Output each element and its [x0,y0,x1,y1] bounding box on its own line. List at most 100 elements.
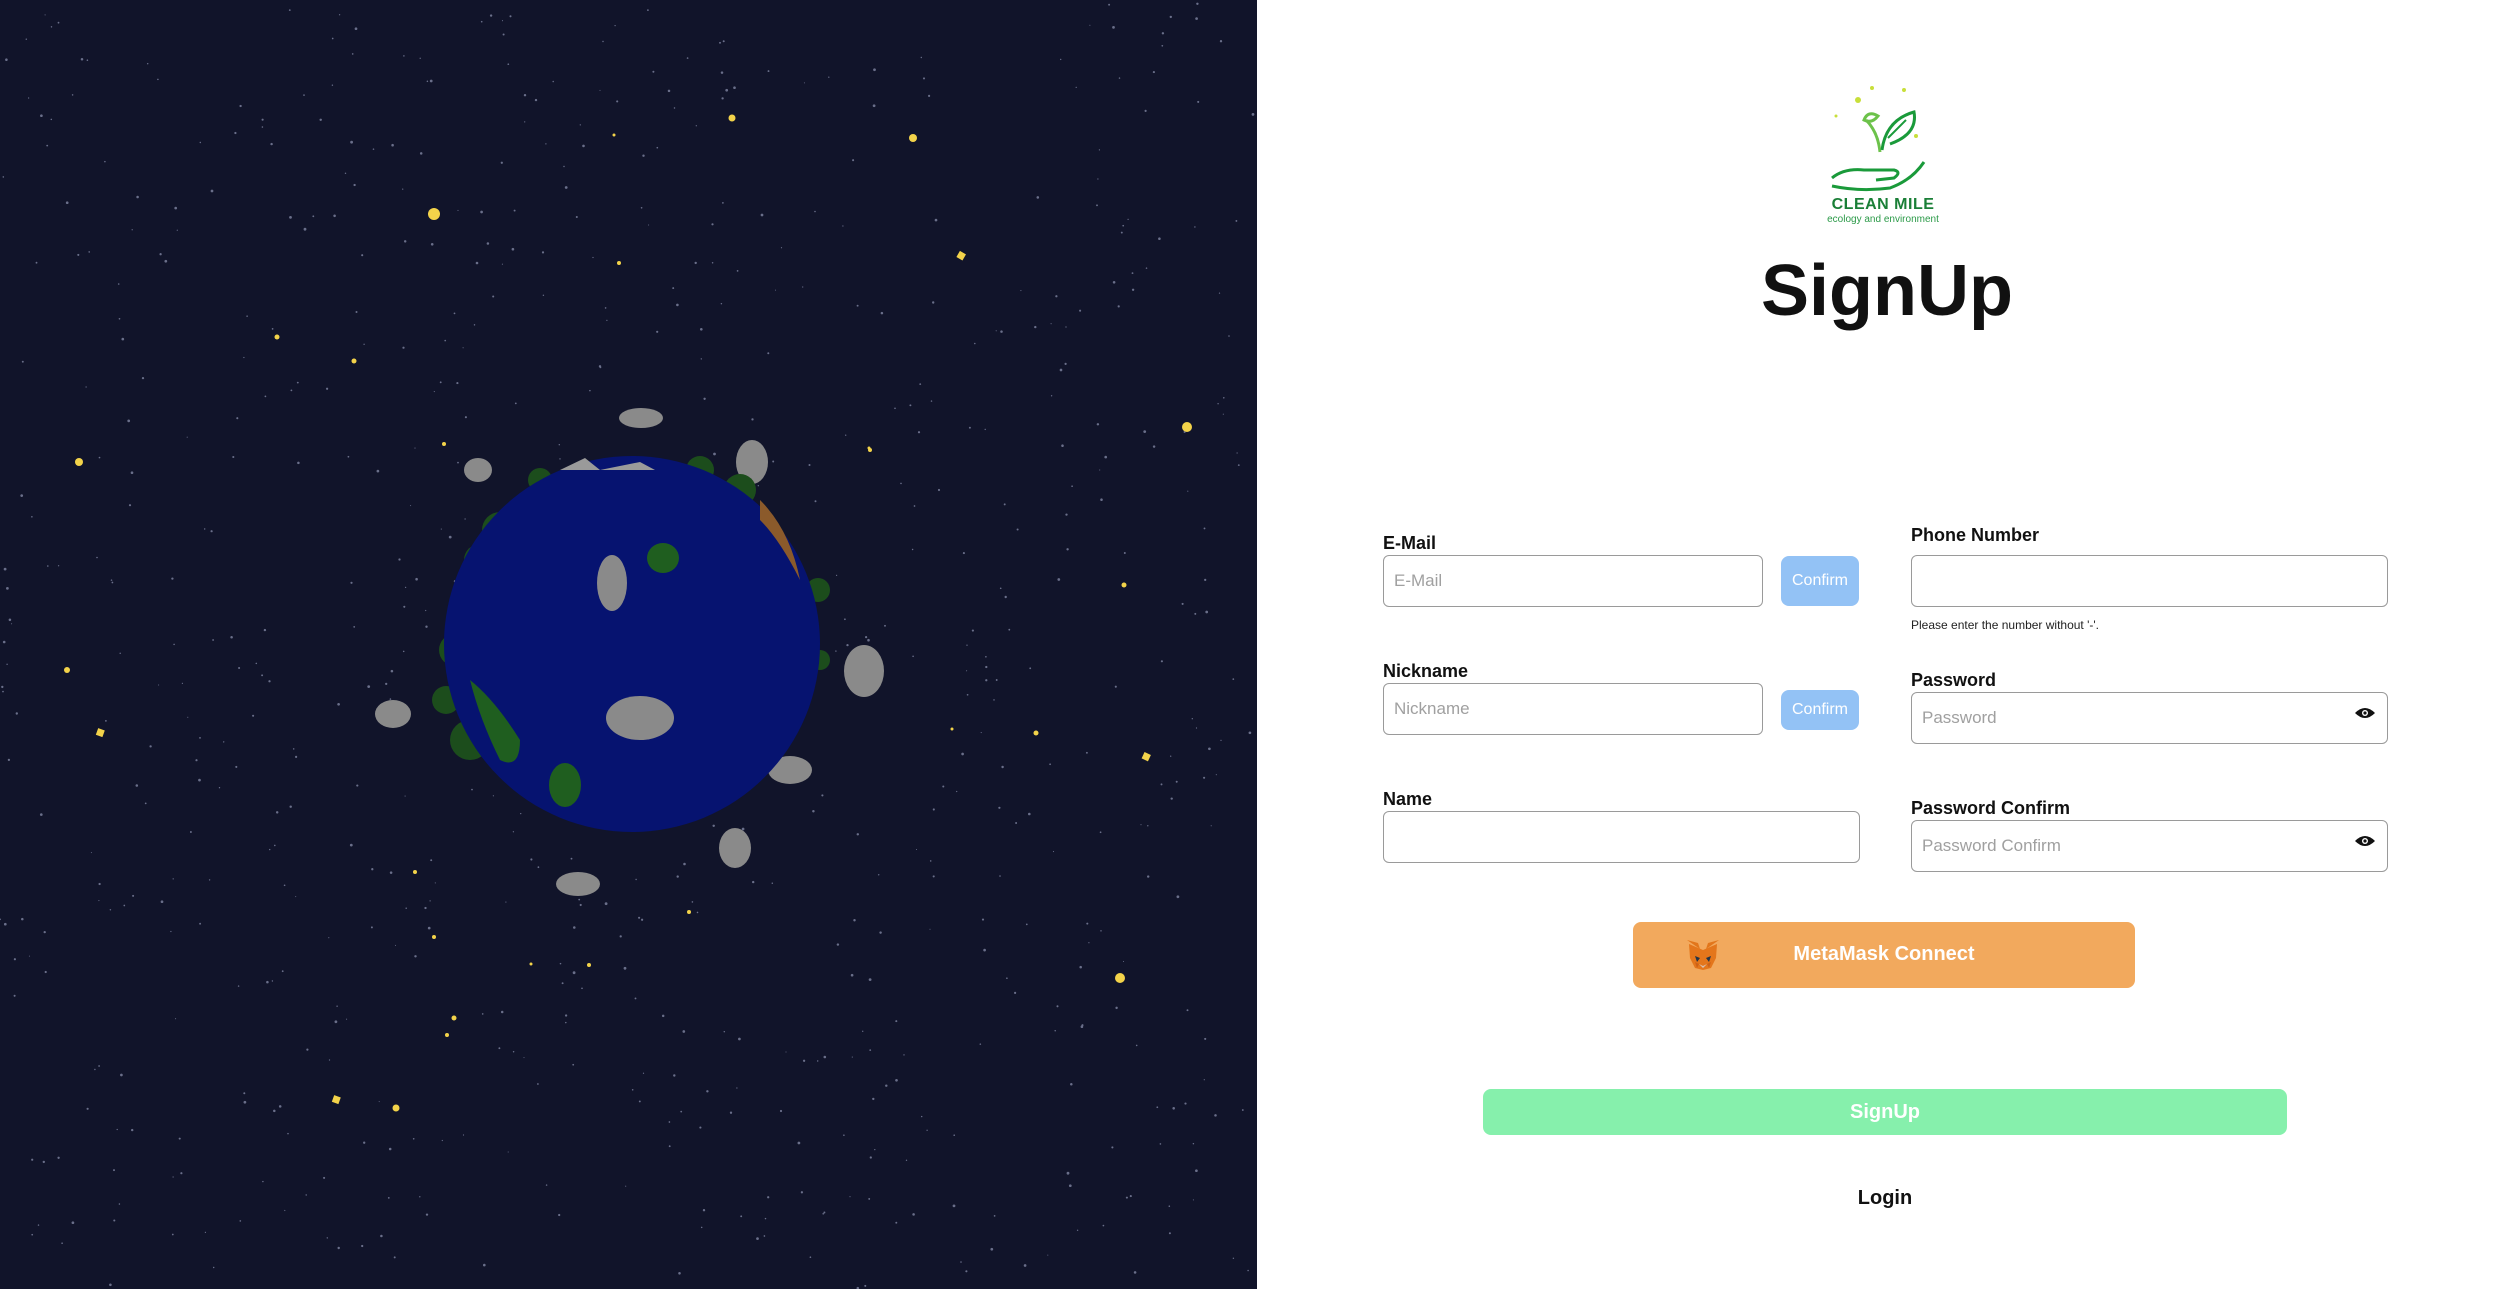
star [31,516,33,518]
star [146,62,149,65]
star [1006,977,1008,980]
star [851,1056,853,1058]
star [144,802,147,805]
star [1237,464,1240,466]
signup-button[interactable]: SignUp [1483,1089,2287,1135]
star [606,319,608,322]
email-confirm-button[interactable]: Confirm [1781,556,1859,606]
star [1232,1257,1235,1260]
signup-panel: CLEAN MILE ecology and environment SignU… [1257,0,2514,1289]
star [1060,58,1062,61]
eye-icon[interactable] [2354,706,2376,720]
star [164,259,168,263]
star [1195,727,1198,729]
star [1117,305,1120,308]
eye-icon[interactable] [2354,834,2376,848]
star [441,1139,443,1142]
star [1025,923,1028,926]
star [702,1209,706,1212]
star [262,1180,264,1183]
star [1241,1109,1244,1111]
star [723,1030,726,1033]
star [695,125,697,127]
star [1147,875,1150,878]
star [511,247,515,251]
star [98,456,101,459]
password-input[interactable] [1911,692,2388,744]
star [1059,368,1063,372]
star [1195,17,1198,20]
star [349,843,353,847]
email-input[interactable] [1383,555,1763,607]
star [816,1060,819,1062]
star [232,455,235,459]
star [414,447,416,449]
star [149,745,152,748]
star [464,416,467,419]
star [289,216,292,219]
star [415,577,418,581]
star [869,1156,872,1159]
star [683,862,686,866]
star [572,971,576,975]
brand-name: CLEAN MILE [1831,196,1935,213]
star [480,210,483,214]
star [246,315,248,317]
star [71,1221,75,1225]
star [243,356,245,359]
star [767,1196,770,1199]
star [631,1089,634,1091]
page-title: SignUp [1761,251,2013,331]
metamask-connect-button[interactable]: MetaMask Connect [1633,922,2135,988]
space-scene [0,2,1255,1289]
phone-input[interactable] [1911,555,2388,607]
star [578,898,581,901]
star [1158,237,1161,240]
star [985,665,988,669]
star [132,894,135,897]
star [1168,1232,1171,1235]
star [171,577,174,580]
nickname-confirm-button[interactable]: Confirm [1781,690,1859,730]
star [243,1092,246,1095]
star [619,935,622,938]
star [15,712,18,715]
star [1034,325,1037,329]
star [802,286,804,288]
star [561,982,564,985]
star [337,1246,340,1250]
star [966,693,969,696]
star [932,301,935,304]
star [625,1185,627,1187]
star [1251,113,1255,116]
star [8,618,12,622]
password-confirm-input[interactable] [1911,820,2388,872]
star [1003,503,1006,506]
star [402,650,405,653]
star [1131,272,1134,275]
star [195,759,198,762]
star [993,699,995,701]
star [287,1132,289,1135]
star [199,737,201,739]
star [856,304,859,307]
star [31,1233,34,1236]
star [234,131,237,135]
star [537,866,540,869]
star [912,1213,915,1216]
star [1191,718,1193,720]
star [509,15,512,18]
star [363,343,365,345]
star [120,1073,123,1077]
star [367,685,371,688]
star [696,911,699,914]
star [599,89,601,91]
nickname-input[interactable] [1383,683,1763,735]
star [802,1059,806,1062]
login-link[interactable]: Login [1785,1187,1985,1210]
star [1232,678,1235,680]
name-input[interactable] [1383,811,1860,863]
star [119,652,121,655]
star [351,53,354,55]
star [558,1213,561,1217]
